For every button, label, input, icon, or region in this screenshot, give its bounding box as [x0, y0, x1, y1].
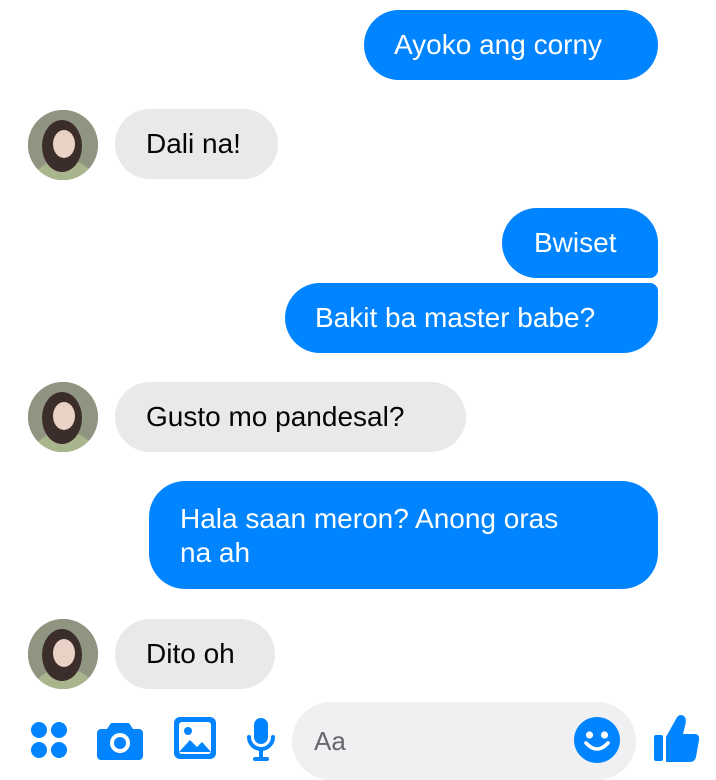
contact-avatar[interactable]	[28, 110, 98, 180]
message-bubble-incoming[interactable]: Dito oh	[115, 619, 275, 689]
camera-icon[interactable]	[97, 720, 143, 760]
message-bubble-incoming[interactable]: Dali na!	[115, 109, 278, 179]
avatar-photo	[28, 110, 98, 180]
four-dots-icon[interactable]	[30, 721, 68, 759]
message-input-placeholder: Aa	[314, 726, 346, 756]
avatar-photo	[28, 382, 98, 452]
smiley-icon[interactable]	[574, 717, 620, 763]
message-bubble-outgoing[interactable]: Bakit ba master babe?	[285, 283, 658, 353]
thumbs-up-icon[interactable]	[654, 713, 700, 763]
contact-avatar[interactable]	[28, 619, 98, 689]
message-bubble-incoming[interactable]: Gusto mo pandesal?	[115, 382, 466, 452]
microphone-icon[interactable]	[246, 718, 276, 762]
message-bubble-outgoing[interactable]: Ayoko ang corny	[364, 10, 658, 80]
avatar-photo	[28, 619, 98, 689]
message-bubble-outgoing[interactable]: Bwiset	[502, 208, 658, 278]
message-bubble-outgoing[interactable]: Hala saan meron? Anong oras na ah	[149, 481, 658, 589]
image-icon[interactable]	[174, 717, 216, 759]
contact-avatar[interactable]	[28, 382, 98, 452]
